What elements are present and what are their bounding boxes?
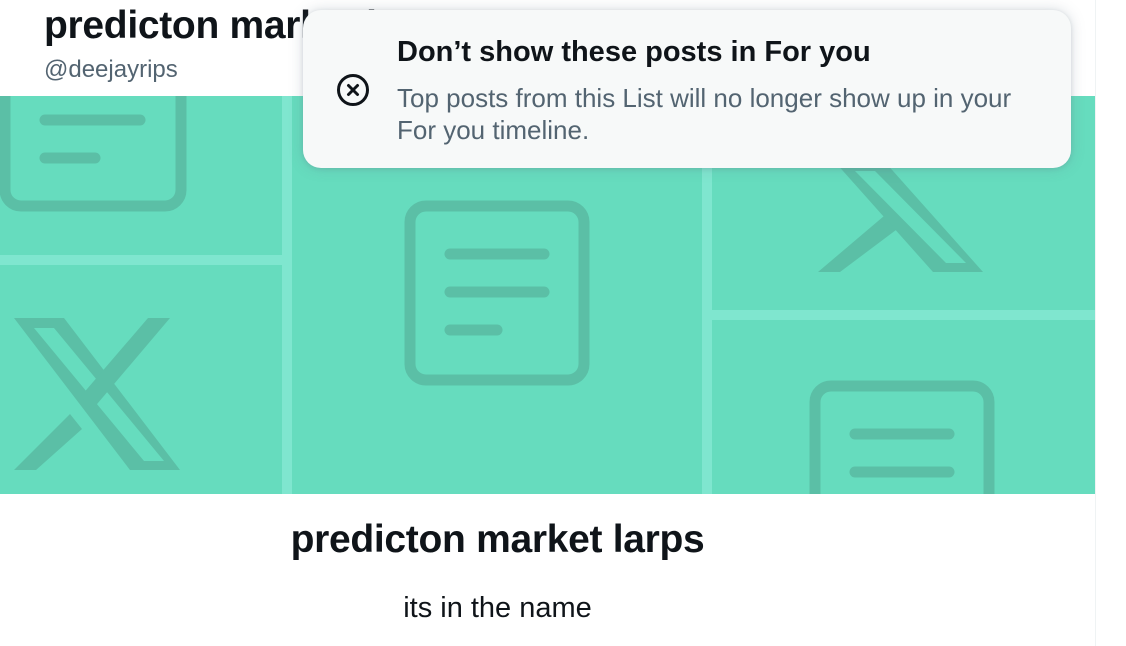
- column-divider: [1095, 0, 1096, 646]
- list-description: its in the name: [403, 592, 592, 624]
- list-name: predicton market larps: [290, 518, 705, 561]
- menu-item-description: Top posts from this List will no longer …: [397, 83, 1012, 145]
- menu-item-title: Don’t show these posts in For you: [397, 36, 871, 68]
- menu-item-dont-show-in-for-you[interactable]: Don’t show these posts in For you Top po…: [303, 10, 1071, 168]
- dropdown-menu: Don’t show these posts in For you Top po…: [303, 10, 1071, 168]
- header-handle: @deejayrips: [44, 56, 178, 83]
- close-circle-icon: [336, 73, 370, 107]
